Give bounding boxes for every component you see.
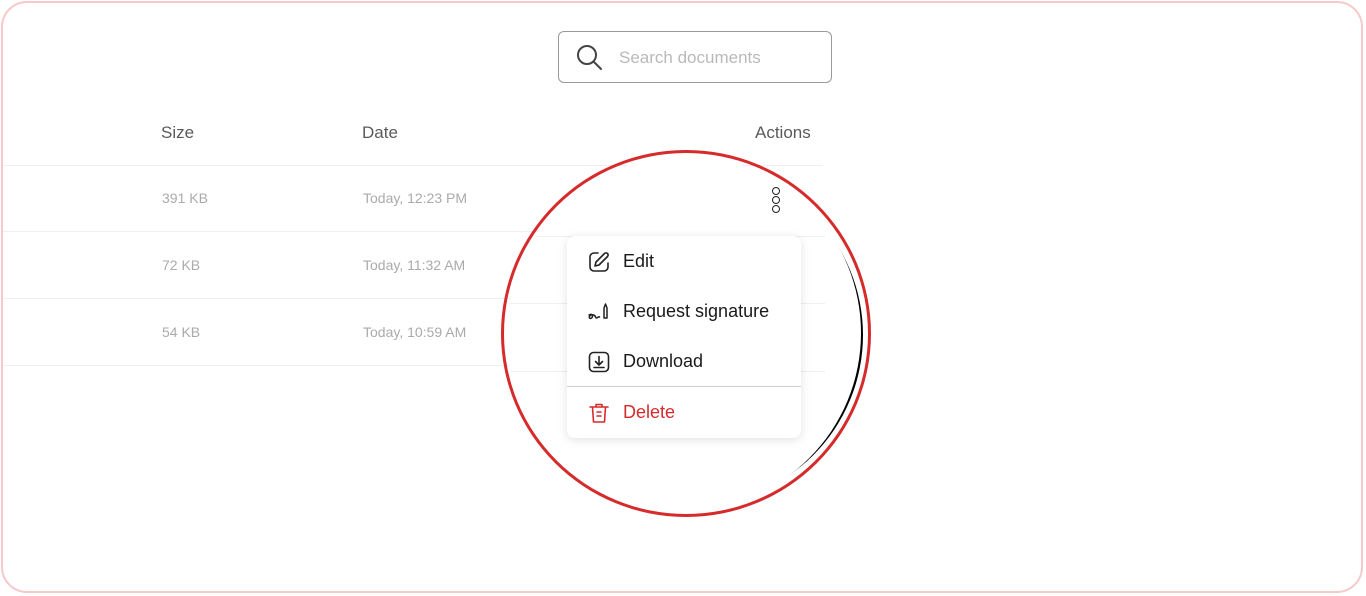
search-box[interactable]: [558, 31, 832, 83]
column-header-actions: Actions: [755, 123, 811, 142]
menu-item-label: Delete: [623, 402, 676, 422]
menu-item-label: Request signature: [623, 301, 770, 321]
menu-item-edit[interactable]: Edit: [567, 239, 801, 283]
download-icon: [588, 351, 610, 373]
menu-item-label: Download: [623, 351, 704, 371]
cell-date: Today, 10:59 AM: [363, 324, 467, 340]
column-header-date[interactable]: Date: [362, 123, 398, 143]
cell-size: 54 KB: [162, 324, 201, 340]
more-options-icon[interactable]: [768, 187, 784, 219]
search-icon: [577, 45, 602, 70]
actions-dropdown-menu: Edit Request signature Download Delete: [567, 236, 801, 438]
trash-icon: [589, 403, 609, 423]
menu-item-download[interactable]: Download: [567, 339, 801, 383]
cell-date: Today, 12:23 PM: [363, 190, 468, 206]
page-frame: Size Date Actions 391 KB Today, 12:23 PM…: [1, 1, 1363, 593]
menu-item-delete[interactable]: Delete: [567, 390, 801, 434]
edit-icon: [589, 252, 609, 272]
search-input[interactable]: [617, 42, 821, 74]
menu-item-request-signature[interactable]: Request signature: [567, 289, 801, 333]
cell-size: 391 KB: [162, 190, 208, 206]
signature-icon: [588, 303, 608, 320]
column-header-size[interactable]: Size: [161, 123, 194, 143]
menu-divider: [567, 386, 801, 387]
cell-date: Today, 11:32 AM: [363, 257, 466, 273]
menu-item-label: Edit: [623, 251, 655, 271]
cell-size: 72 KB: [162, 257, 201, 273]
